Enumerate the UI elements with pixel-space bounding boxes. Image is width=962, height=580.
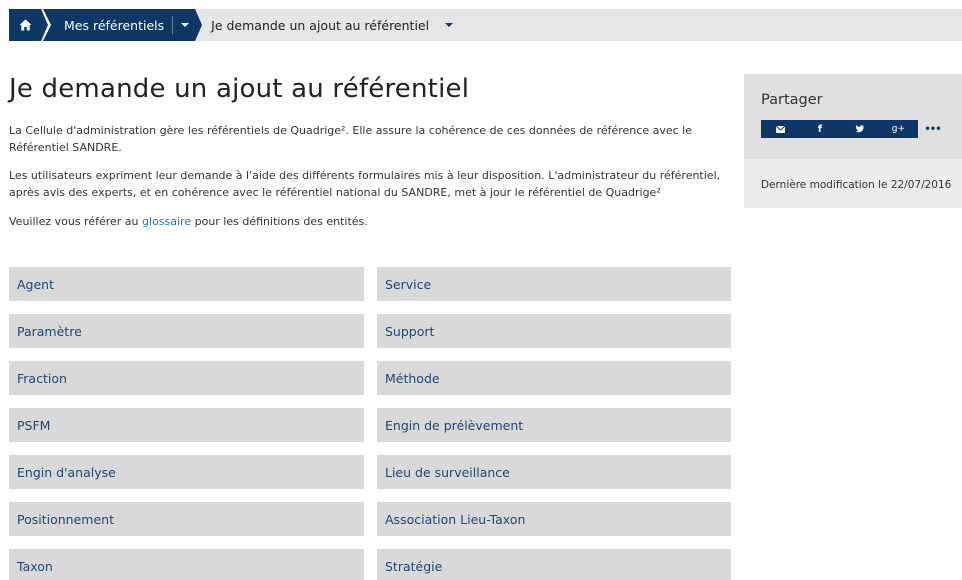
glossary-link[interactable]: glossaire <box>142 215 191 228</box>
google-plus-icon: g+ <box>891 124 905 134</box>
intro-paragraph: La Cellule d'administration gère les réf… <box>9 124 692 154</box>
share-more-button[interactable]: ••• <box>920 120 945 138</box>
card-service[interactable]: Service <box>377 267 731 301</box>
breadcrumb-section: Mes référentiels <box>43 9 203 41</box>
breadcrumb-current-label: Je demande un ajout au référentiel <box>211 17 430 33</box>
card-strategie[interactable]: Stratégie <box>377 549 731 580</box>
glossary-text-before: Veuillez vous référer au <box>9 215 143 228</box>
card-positionnement[interactable]: Positionnement <box>9 502 364 536</box>
glossary-text-after: pour les définitions des entités. <box>191 215 368 228</box>
envelope-icon <box>776 125 786 133</box>
card-psfm[interactable]: PSFM <box>9 408 364 442</box>
card-taxon[interactable]: Taxon <box>9 549 364 580</box>
twitter-icon <box>855 125 864 133</box>
sidebar: Partager f g+ ••• Dernière modification … <box>744 74 962 208</box>
entity-grid: Agent Service Paramètre Support Fraction… <box>9 267 731 580</box>
card-lieu-surveillance[interactable]: Lieu de surveillance <box>377 455 731 489</box>
share-bar: f g+ ••• <box>761 120 945 138</box>
share-title: Partager <box>761 92 823 108</box>
home-icon <box>19 19 31 31</box>
glossary-paragraph: Veuillez vous référer au glossaire pour … <box>9 213 724 230</box>
share-facebook-button[interactable]: f <box>800 120 840 138</box>
breadcrumb-section-link[interactable]: Mes référentiels <box>64 18 164 33</box>
breadcrumb: Mes référentiels Je demande un ajout au … <box>9 9 962 41</box>
card-association-lieu-taxon[interactable]: Association Lieu-Taxon <box>377 502 731 536</box>
breadcrumb-home[interactable] <box>9 9 51 41</box>
last-modified: Dernière modification le 22/07/2016 <box>761 179 952 191</box>
card-fraction[interactable]: Fraction <box>9 361 364 395</box>
card-agent[interactable]: Agent <box>9 267 364 301</box>
facebook-icon: f <box>817 123 823 135</box>
card-methode[interactable]: Méthode <box>377 361 731 395</box>
card-engin-prelevement[interactable]: Engin de prélèvement <box>377 408 731 442</box>
share-google-plus-button[interactable]: g+ <box>878 120 918 138</box>
card-engin-analyse[interactable]: Engin d'analyse <box>9 455 364 489</box>
process-paragraph: Les utilisateurs expriment leur demande … <box>9 169 721 199</box>
page-title: Je demande un ajout au référentiel <box>9 74 470 104</box>
card-parametre[interactable]: Paramètre <box>9 314 364 348</box>
more-icon: ••• <box>924 123 941 135</box>
card-support[interactable]: Support <box>377 314 731 348</box>
share-email-button[interactable] <box>761 120 801 138</box>
chevron-down-icon <box>445 23 454 27</box>
share-twitter-button[interactable] <box>839 120 879 138</box>
chevron-down-icon[interactable] <box>181 23 190 27</box>
breadcrumb-divider <box>172 16 174 34</box>
breadcrumb-current[interactable]: Je demande un ajout au référentiel <box>195 17 454 33</box>
share-box: Partager f g+ ••• <box>744 74 962 159</box>
